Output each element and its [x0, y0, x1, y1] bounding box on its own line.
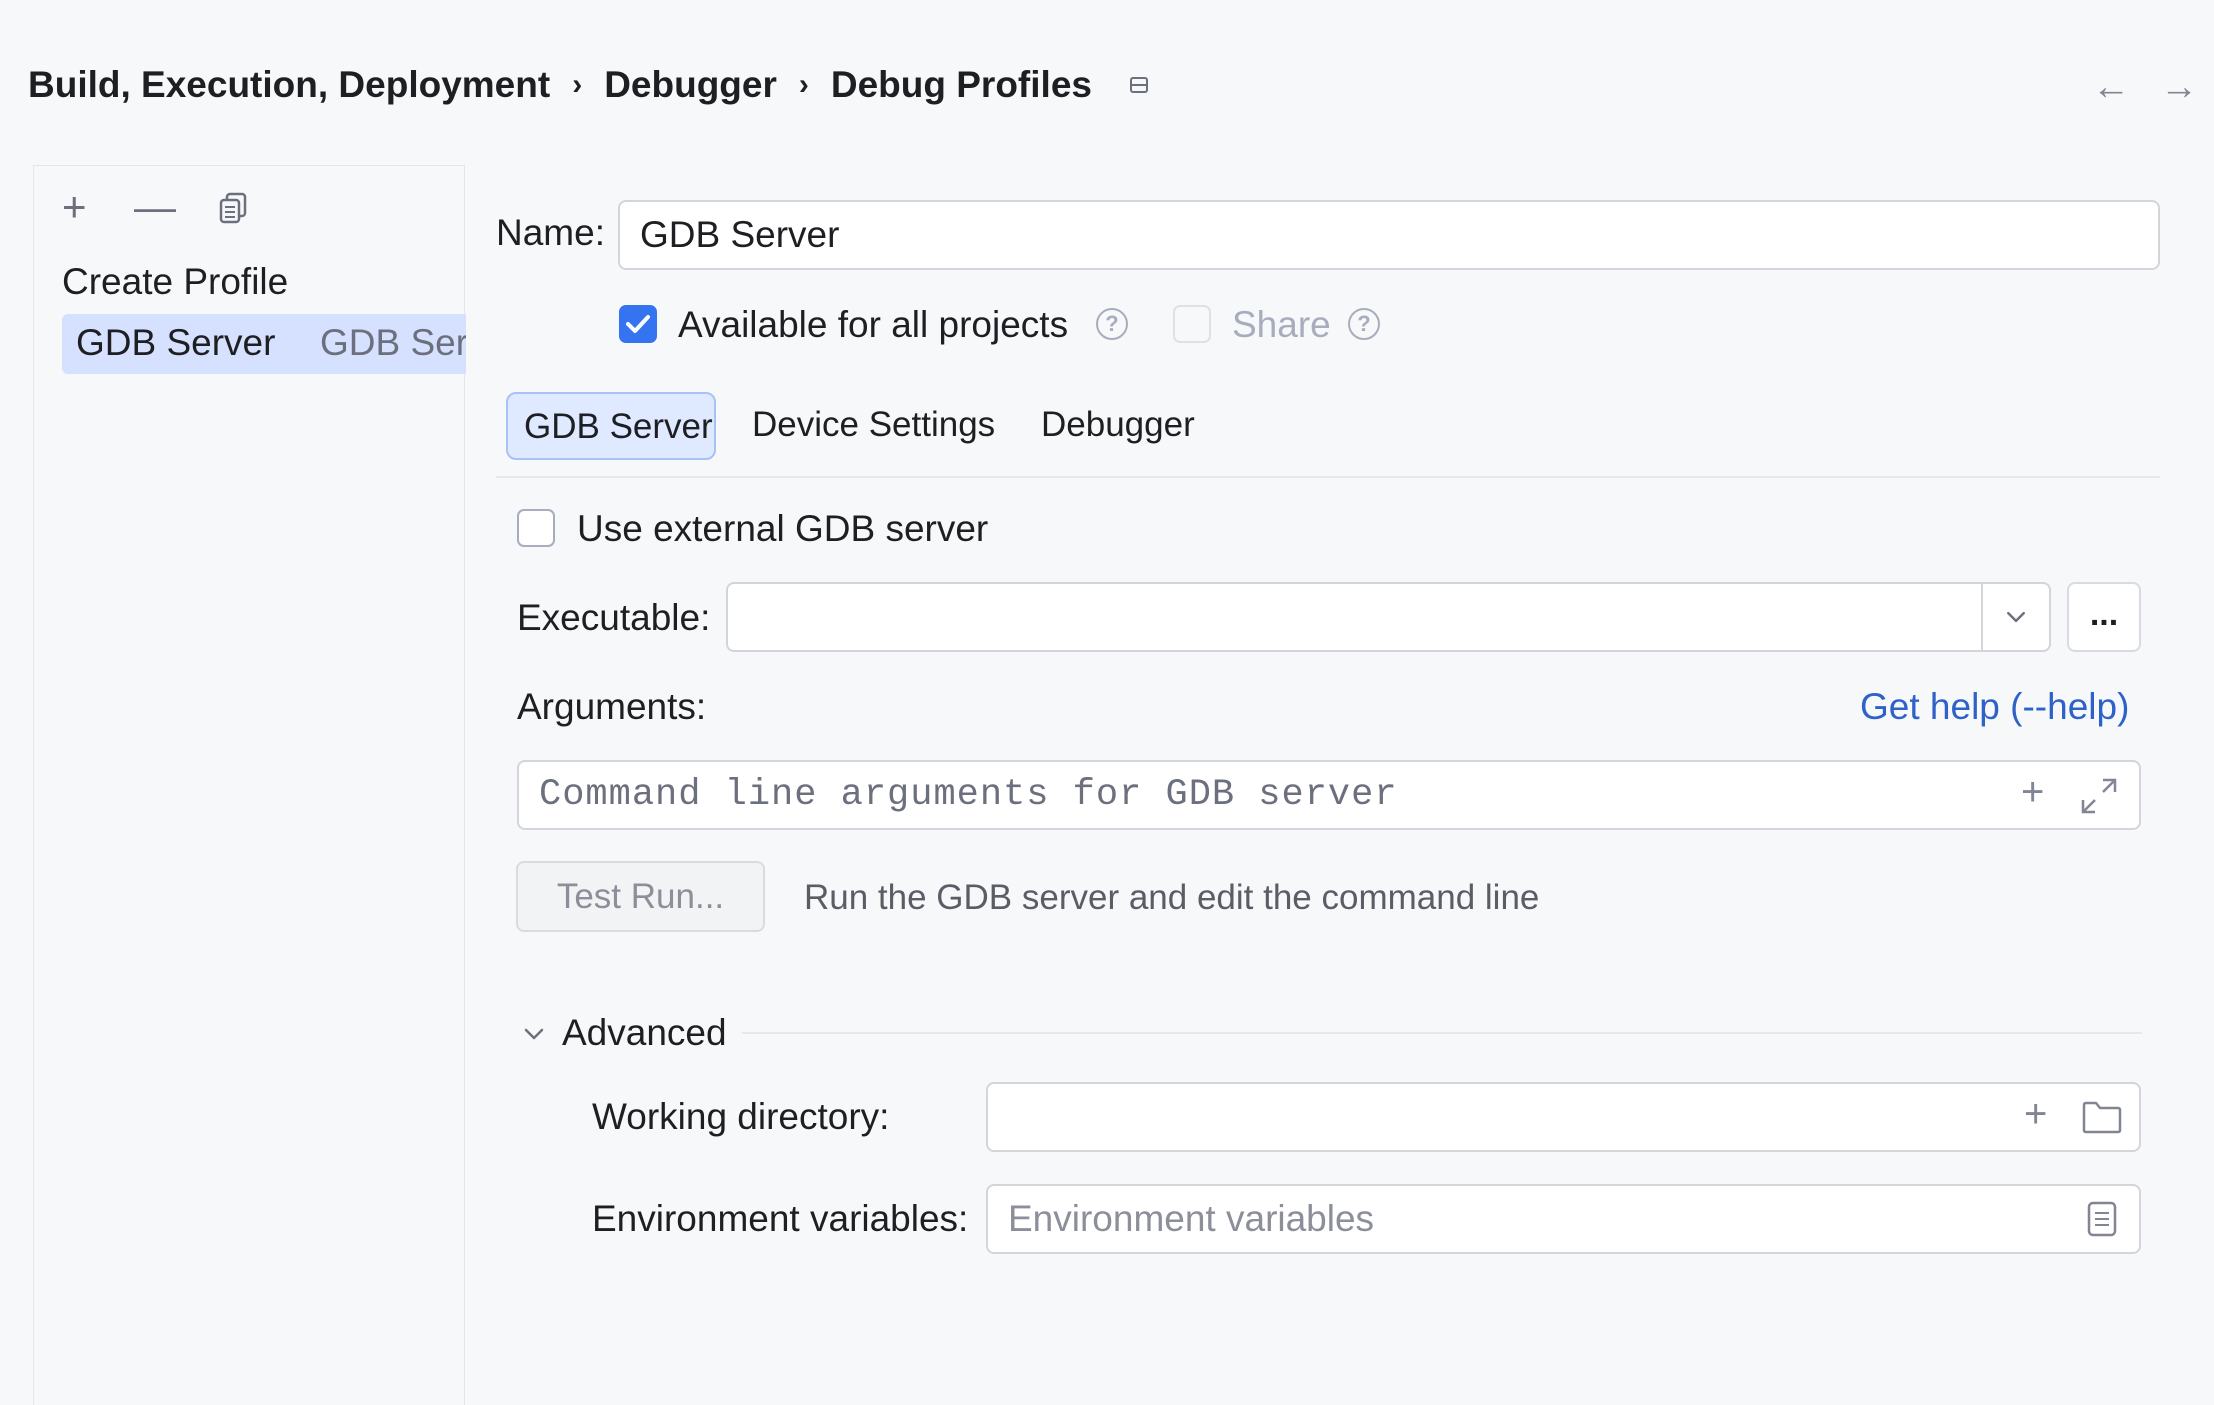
insert-macro-icon[interactable]: +	[2021, 772, 2044, 812]
breadcrumb-item-debugger[interactable]: Debugger	[604, 64, 777, 106]
working-directory-input[interactable]	[988, 1084, 1998, 1150]
environment-variables-field[interactable]	[986, 1184, 2141, 1254]
name-input[interactable]	[620, 202, 2158, 268]
share-label: Share	[1232, 304, 1331, 345]
list-item-gdb-server[interactable]: GDB Server GDB Server	[62, 314, 466, 374]
name-field[interactable]	[618, 200, 2160, 270]
breadcrumb: Build, Execution, Deployment › Debugger …	[28, 64, 1148, 106]
working-directory-label: Working directory:	[592, 1096, 890, 1137]
copy-profile-icon[interactable]	[219, 192, 247, 224]
executable-label: Executable:	[517, 597, 711, 638]
share-checkbox	[1173, 305, 1211, 343]
checkmark-icon	[626, 315, 650, 333]
window-pin-icon[interactable]	[1129, 77, 1148, 93]
executable-input[interactable]	[728, 584, 1984, 650]
tab-device-settings[interactable]: Device Settings	[736, 392, 1011, 460]
use-external-gdb-checkbox[interactable]	[517, 509, 555, 547]
use-external-gdb-label[interactable]: Use external GDB server	[577, 508, 988, 550]
chevron-down-icon[interactable]	[520, 1020, 548, 1048]
browse-executable-button[interactable]: ...	[2067, 582, 2141, 652]
insert-macro-icon[interactable]: +	[2024, 1094, 2047, 1134]
breadcrumb-item-debug-profiles: Debug Profiles	[830, 64, 1092, 105]
environment-variables-input[interactable]	[988, 1186, 2048, 1252]
breadcrumb-separator: ›	[572, 68, 583, 101]
breadcrumb-separator: ›	[798, 68, 809, 101]
remove-profile-icon[interactable]: —	[134, 186, 176, 228]
test-run-button: Test Run...	[516, 861, 765, 932]
arguments-input[interactable]	[519, 762, 1999, 828]
chevron-down-icon	[2007, 611, 2025, 623]
profile-list-panel: + — Create Profile GDB Server GDB Server	[33, 165, 466, 1405]
working-directory-field[interactable]: +	[986, 1082, 2141, 1152]
arguments-field[interactable]: +	[517, 760, 2141, 830]
list-item-label: GDB Server	[76, 322, 276, 363]
help-icon[interactable]: ?	[1096, 308, 1128, 340]
tab-gdb-server[interactable]: GDB Server	[506, 392, 716, 460]
get-help-link[interactable]: Get help (--help)	[1860, 686, 2129, 728]
forward-arrow-icon[interactable]: →	[2160, 66, 2198, 109]
share-help-icon[interactable]: ?	[1348, 308, 1380, 340]
back-arrow-icon[interactable]: ←	[2092, 66, 2130, 109]
list-item-create-profile[interactable]: Create Profile	[62, 261, 288, 303]
environment-variables-label: Environment variables:	[592, 1198, 969, 1239]
name-label: Name:	[496, 212, 605, 253]
arguments-label: Arguments:	[517, 686, 707, 727]
add-profile-icon[interactable]: +	[62, 186, 87, 228]
breadcrumb-item-build[interactable]: Build, Execution, Deployment	[28, 64, 550, 106]
folder-icon[interactable]	[2082, 1100, 2122, 1134]
executable-dropdown[interactable]	[1981, 584, 2049, 650]
list-item-sublabel: GDB Server	[320, 322, 466, 363]
available-all-projects-label[interactable]: Available for all projects	[678, 304, 1068, 346]
expand-icon[interactable]	[2079, 776, 2119, 816]
edit-environment-icon[interactable]	[2086, 1200, 2118, 1238]
advanced-divider	[742, 1032, 2142, 1034]
executable-combobox[interactable]	[726, 582, 2051, 652]
tab-debugger[interactable]: Debugger	[1025, 392, 1211, 460]
test-run-hint: Run the GDB server and edit the command …	[804, 878, 1540, 917]
available-all-projects-checkbox[interactable]	[619, 305, 657, 343]
advanced-section-title[interactable]: Advanced	[562, 1012, 727, 1054]
tab-divider	[496, 476, 2160, 478]
